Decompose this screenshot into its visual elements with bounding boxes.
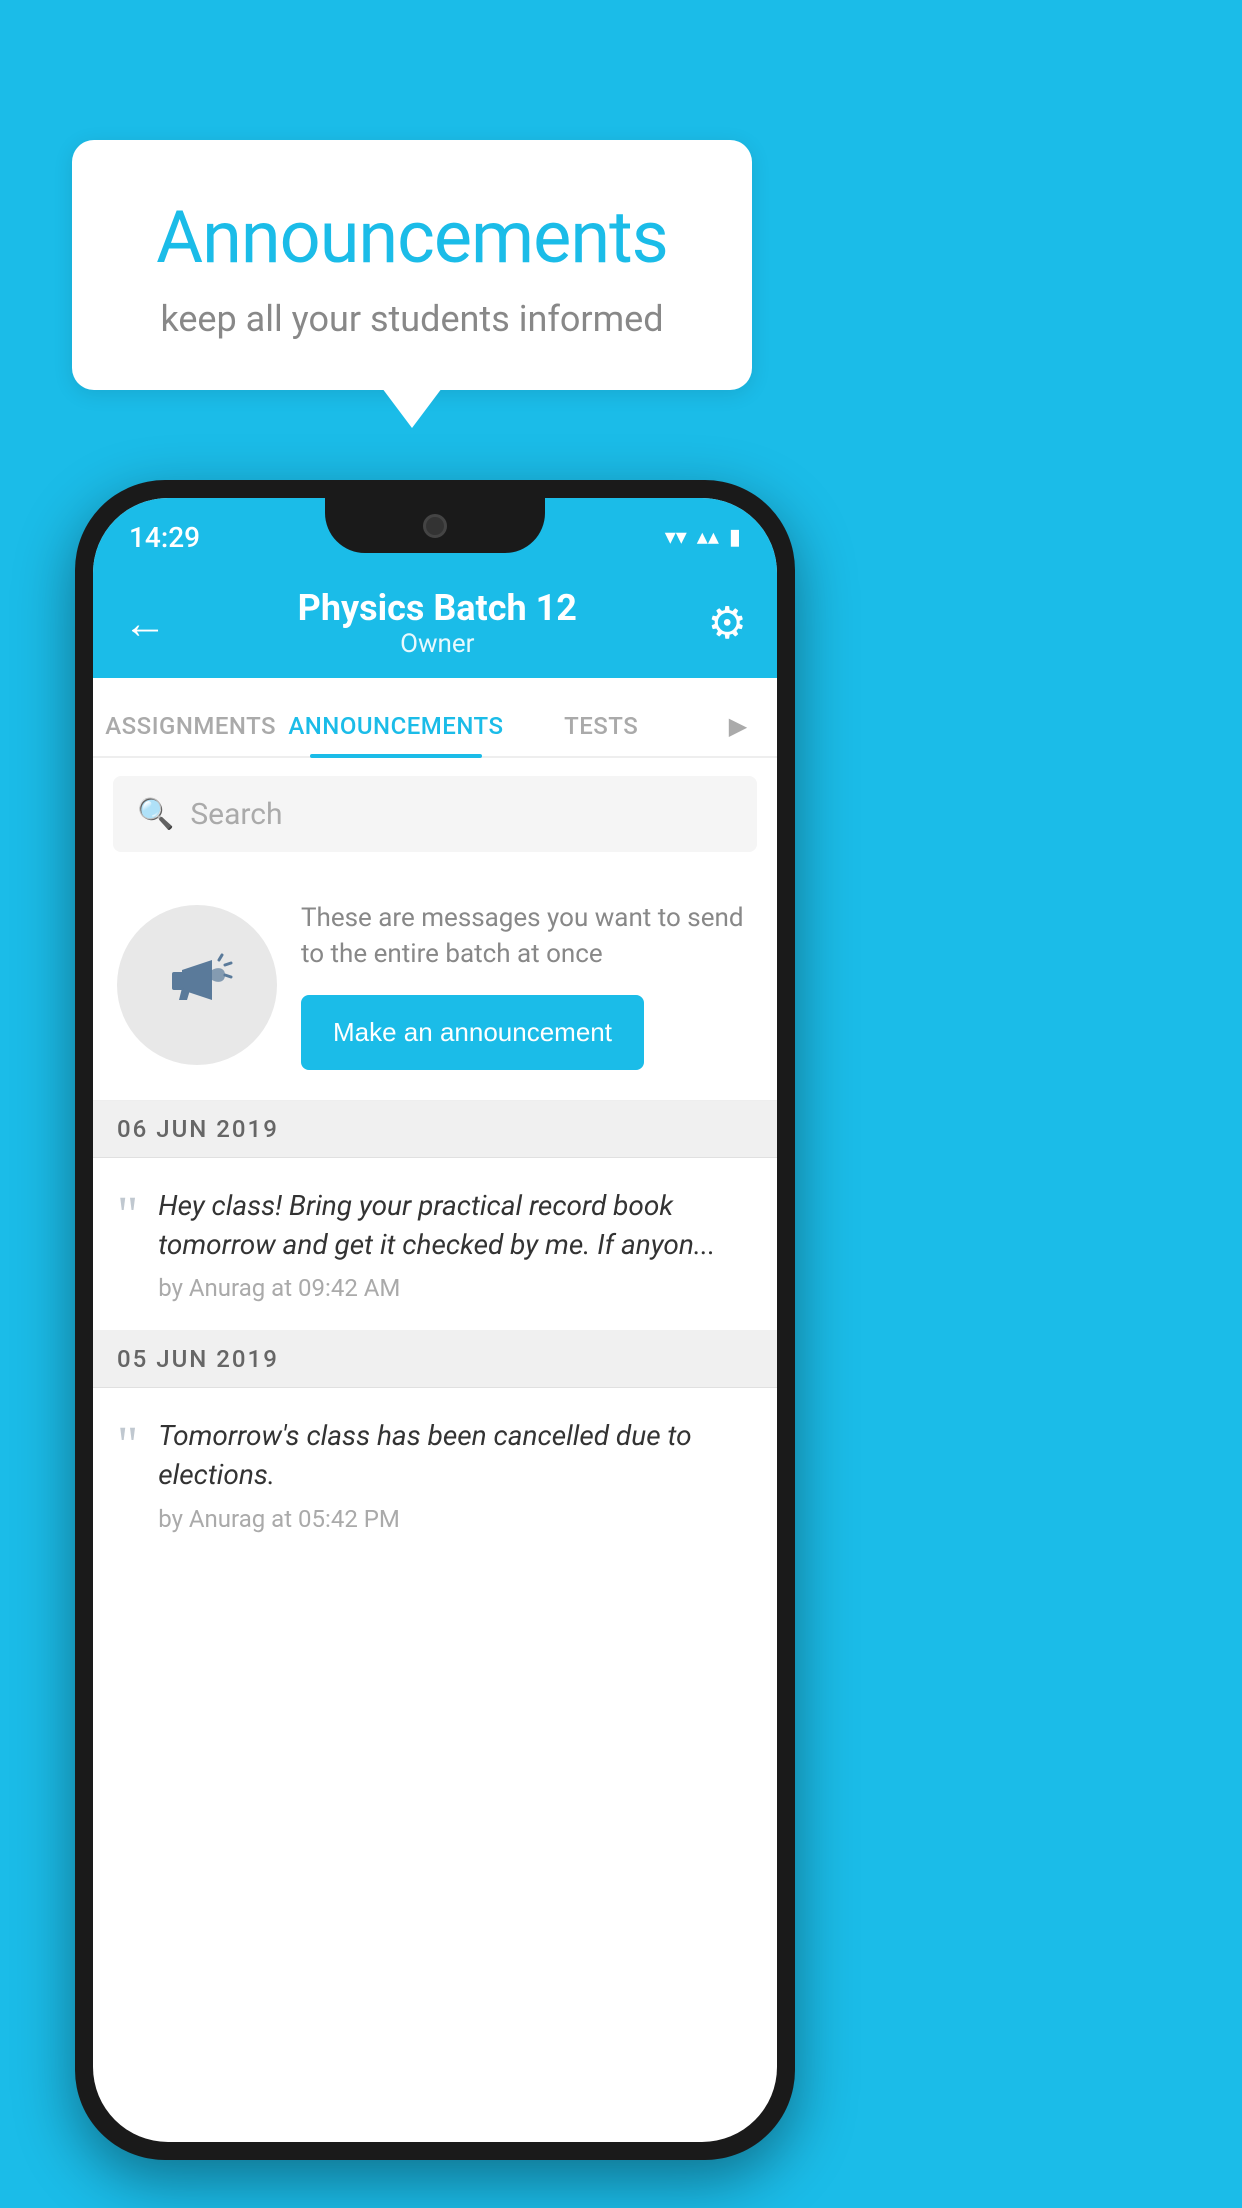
phone-outer: 14:29 ▾▾ ▴▴ ▮ ← Physics Batch 12 Owner ⚙… bbox=[75, 480, 795, 2160]
announcement-text-1: Hey class! Bring your practical record b… bbox=[158, 1186, 753, 1302]
battery-icon: ▮ bbox=[729, 525, 741, 550]
status-time: 14:29 bbox=[129, 521, 200, 554]
app-bar-title: Physics Batch 12 bbox=[298, 587, 577, 629]
content-area: 🔍 Search bbox=[93, 758, 777, 1561]
speech-bubble-title: Announcements bbox=[132, 195, 692, 280]
announcement-message-2: Tomorrow's class has been cancelled due … bbox=[158, 1416, 753, 1494]
date-separator-2: 05 JUN 2019 bbox=[93, 1331, 777, 1388]
announcement-meta-1: by Anurag at 09:42 AM bbox=[158, 1274, 753, 1302]
phone-screen: 14:29 ▾▾ ▴▴ ▮ ← Physics Batch 12 Owner ⚙… bbox=[93, 498, 777, 2142]
promo-description: These are messages you want to send to t… bbox=[301, 900, 753, 973]
date-separator-1: 06 JUN 2019 bbox=[93, 1101, 777, 1158]
search-input[interactable]: Search bbox=[190, 797, 282, 832]
search-bar[interactable]: 🔍 Search bbox=[113, 776, 757, 852]
camera bbox=[423, 514, 447, 538]
make-announcement-button[interactable]: Make an announcement bbox=[301, 995, 644, 1070]
megaphone-circle bbox=[117, 905, 277, 1065]
phone-notch bbox=[325, 498, 545, 553]
tabs-bar: ASSIGNMENTS ANNOUNCEMENTS TESTS ▶ bbox=[93, 678, 777, 758]
announcement-meta-2: by Anurag at 05:42 PM bbox=[158, 1505, 753, 1533]
app-bar-title-area: Physics Batch 12 Owner bbox=[298, 587, 577, 659]
speech-bubble: Announcements keep all your students inf… bbox=[72, 140, 752, 390]
tab-assignments[interactable]: ASSIGNMENTS bbox=[93, 712, 288, 756]
phone-mockup: 14:29 ▾▾ ▴▴ ▮ ← Physics Batch 12 Owner ⚙… bbox=[75, 480, 795, 2160]
wifi-icon: ▾▾ bbox=[665, 525, 687, 550]
app-bar-subtitle: Owner bbox=[298, 629, 577, 659]
speech-bubble-subtitle: keep all your students informed bbox=[132, 298, 692, 340]
announcement-item-2[interactable]: " Tomorrow's class has been cancelled du… bbox=[93, 1388, 777, 1560]
quote-icon-1: " bbox=[117, 1190, 138, 1242]
promo-section: These are messages you want to send to t… bbox=[93, 870, 777, 1101]
speech-bubble-container: Announcements keep all your students inf… bbox=[72, 140, 752, 390]
promo-text-area: These are messages you want to send to t… bbox=[301, 900, 753, 1070]
status-icons: ▾▾ ▴▴ ▮ bbox=[665, 525, 741, 550]
quote-icon-2: " bbox=[117, 1420, 138, 1472]
signal-icon: ▴▴ bbox=[697, 525, 719, 550]
tab-tests[interactable]: TESTS bbox=[504, 712, 699, 756]
tab-more[interactable]: ▶ bbox=[699, 712, 777, 756]
announcement-text-2: Tomorrow's class has been cancelled due … bbox=[158, 1416, 753, 1532]
announcement-item-1[interactable]: " Hey class! Bring your practical record… bbox=[93, 1158, 777, 1331]
search-container: 🔍 Search bbox=[93, 758, 777, 870]
tab-announcements[interactable]: ANNOUNCEMENTS bbox=[288, 712, 503, 756]
search-icon: 🔍 bbox=[137, 797, 174, 832]
back-button[interactable]: ← bbox=[123, 597, 167, 649]
announcement-message-1: Hey class! Bring your practical record b… bbox=[158, 1186, 753, 1264]
megaphone-icon bbox=[157, 945, 237, 1025]
settings-icon[interactable]: ⚙ bbox=[708, 597, 747, 649]
app-bar: ← Physics Batch 12 Owner ⚙ bbox=[93, 568, 777, 678]
